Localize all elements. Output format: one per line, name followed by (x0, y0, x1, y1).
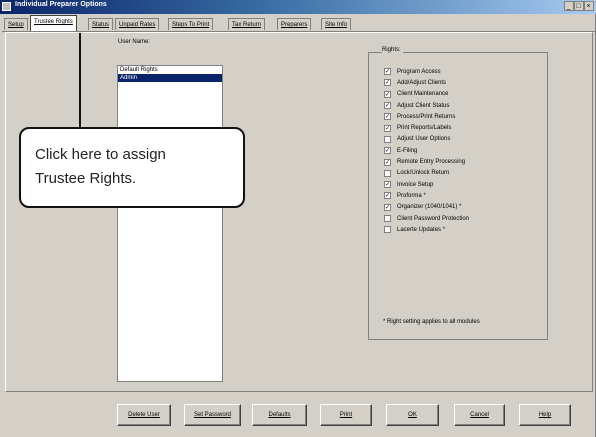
user-listbox[interactable]: Default Rights Admin (117, 65, 223, 382)
set-password-button[interactable]: Set Password (184, 404, 241, 426)
right-proforma[interactable]: ✓ Proforma * (384, 190, 469, 201)
tab-steps-to-print[interactable]: Steps To Print (168, 18, 214, 30)
right-adjust-user-options[interactable]: Adjust User Options (384, 134, 469, 145)
checkbox-unchecked-icon[interactable] (384, 135, 391, 143)
checkbox-unchecked-icon[interactable] (384, 215, 391, 222)
ok-button[interactable]: OK (386, 404, 439, 426)
options-window: Individual Preparer Options _ □ × Setup Tr… (0, 0, 596, 437)
tab-unpaid-rates[interactable]: Unpaid Rates (115, 18, 160, 30)
right-print-reports-labels[interactable]: ✓ Print Reports/Labels (384, 122, 469, 133)
right-label: Organizer (1040/1041) * (397, 204, 462, 211)
checkbox-checked-icon[interactable]: ✓ (384, 68, 391, 76)
callout-line-1: Click here to assign (35, 146, 166, 163)
title-bar[interactable]: Individual Preparer Options _ □ × (0, 0, 596, 14)
right-client-password-protection[interactable]: Client Password Protection (384, 213, 469, 224)
right-invoice-setup[interactable]: ✓ Invoice Setup (384, 179, 469, 190)
right-process-print-returns[interactable]: ✓ Process/Print Returns (384, 111, 469, 122)
user-name-label: User Name: (118, 39, 151, 45)
defaults-button[interactable]: Defaults (252, 404, 307, 426)
minimize-icon[interactable]: _ (564, 1, 574, 11)
checkbox-checked-icon[interactable]: ✓ (384, 203, 391, 211)
close-icon[interactable]: × (584, 1, 594, 11)
right-label: Invoice Setup (397, 181, 434, 188)
rights-label: Rights: (382, 47, 403, 53)
checkbox-checked-icon[interactable]: ✓ (384, 181, 391, 189)
checkbox-checked-icon[interactable]: ✓ (384, 147, 391, 155)
right-label: E-Filing (397, 147, 418, 154)
checkbox-checked-icon[interactable]: ✓ (384, 192, 391, 200)
right-client-maintenance[interactable]: ✓ Client Maintenance (384, 89, 469, 100)
right-label: Adjust Client Status (397, 102, 450, 109)
right-label: Print Reports/Labels (397, 125, 452, 132)
right-remote-entry-processing[interactable]: ✓ Remote Entry Processing (384, 156, 469, 167)
checkbox-checked-icon[interactable]: ✓ (384, 90, 391, 98)
window-title: Individual Preparer Options (15, 1, 107, 8)
right-label: Add/Adjust Clients (397, 79, 447, 86)
tab-trustee-rights[interactable]: Trustee Rights (30, 15, 77, 31)
checkbox-unchecked-icon[interactable] (384, 226, 391, 234)
delete-user-button[interactable]: Delete User (117, 404, 171, 426)
cancel-button[interactable]: Cancel (454, 404, 505, 426)
maximize-icon[interactable]: □ (574, 1, 584, 11)
checkbox-unchecked-icon[interactable] (384, 169, 391, 177)
right-e-filing[interactable]: ✓ E-Filing (384, 145, 469, 156)
help-button[interactable]: Help (519, 404, 571, 426)
right-label: Lacerte Updates * (397, 226, 446, 233)
right-adjust-client-status[interactable]: ✓ Adjust Client Status (384, 100, 469, 111)
right-lock-unlock-return[interactable]: Lock/Unlock Return (384, 168, 469, 179)
user-list-item-selected[interactable]: Admin (118, 74, 222, 82)
right-label: Client Maintenance (397, 91, 449, 98)
tab-site-info[interactable]: Site Info (321, 18, 352, 30)
tab-setup[interactable]: Setup (4, 18, 28, 30)
right-organizer[interactable]: ✓ Organizer (1040/1041) * (384, 202, 469, 213)
callout-pointer-line (79, 33, 81, 129)
right-program-access[interactable]: ✓ Program Access (384, 66, 469, 77)
tab-preparers[interactable]: Preparers (277, 18, 312, 30)
right-label: Proforma * (397, 192, 426, 199)
callout-line-2: Trustee Rights. (35, 170, 137, 187)
right-add-adjust-clients[interactable]: ✓ Add/Adjust Clients (384, 77, 469, 88)
right-label: Program Access (397, 68, 441, 75)
rights-footnote: * Right setting applies to all modules (383, 319, 480, 325)
right-label: Adjust User Options (397, 136, 451, 143)
instruction-callout: Click here to assign Trustee Rights. (19, 127, 245, 208)
checkbox-checked-icon[interactable]: ✓ (384, 102, 391, 110)
checkbox-checked-icon[interactable]: ✓ (384, 158, 391, 166)
checkbox-checked-icon[interactable]: ✓ (384, 113, 391, 121)
user-list-item[interactable]: Default Rights (118, 66, 222, 74)
tab-status[interactable]: Status (88, 18, 114, 30)
right-label: Client Password Protection (397, 215, 470, 222)
tab-strip: Setup Trustee Rights Status Unpaid Rates… (2, 15, 596, 32)
print-button[interactable]: Print (320, 404, 372, 426)
app-icon (2, 2, 11, 11)
right-label: Lock/Unlock Return (397, 170, 450, 177)
checkbox-checked-icon[interactable]: ✓ (384, 79, 391, 87)
rights-list: ✓ Program Access ✓ Add/Adjust Clients ✓ Cli… (384, 66, 469, 235)
checkbox-checked-icon[interactable]: ✓ (384, 124, 391, 132)
right-label: Remote Entry Processing (397, 159, 466, 166)
right-label: Process/Print Returns (397, 113, 456, 120)
window-controls: _ □ × (564, 1, 594, 11)
tab-tax-return[interactable]: Tax Return (228, 18, 266, 30)
right-lacerte-updates[interactable]: Lacerte Updates * (384, 224, 469, 235)
